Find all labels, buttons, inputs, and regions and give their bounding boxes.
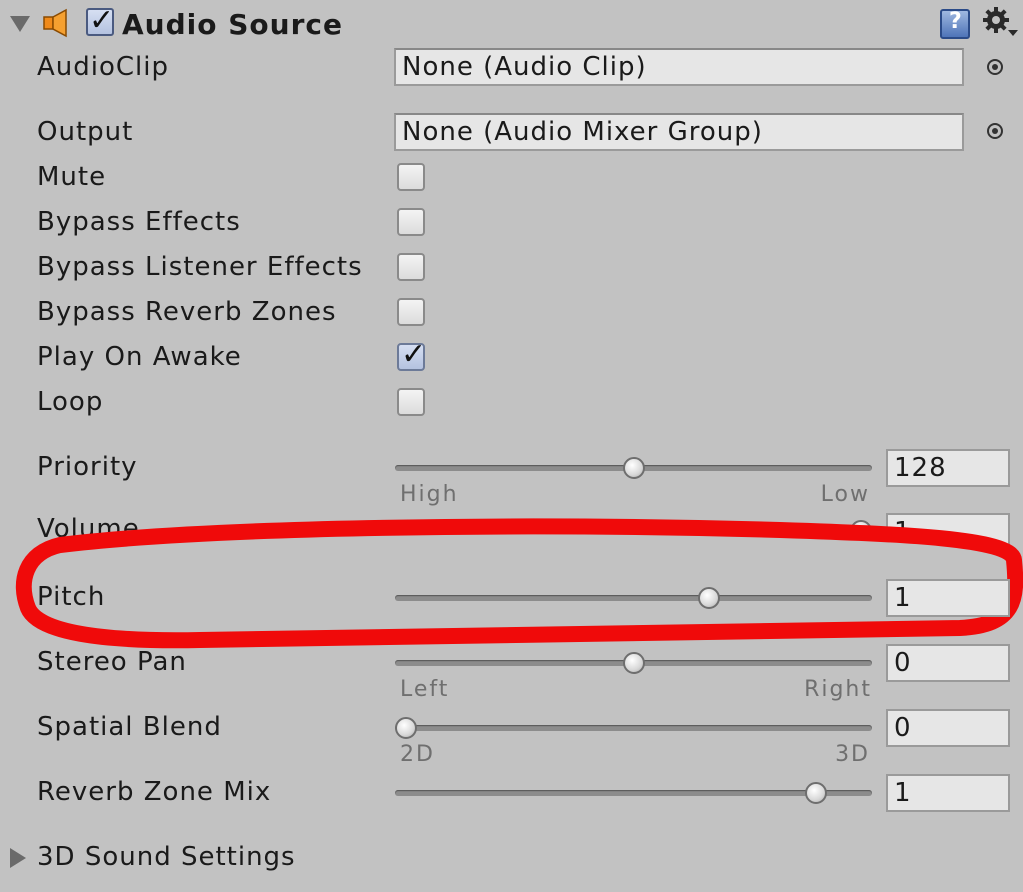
checkmark-icon: ✓	[401, 337, 427, 372]
spatial-blend-max-label: 3D	[835, 742, 870, 767]
enable-component-checkbox[interactable]: ✓	[86, 3, 115, 38]
bypass-reverb-zones-checkbox[interactable]	[397, 298, 425, 326]
3d-sound-settings-label: 3D Sound Settings	[37, 842, 296, 872]
component-header: ✓ Audio Source ?	[0, 0, 1023, 48]
speaker-icon	[42, 8, 74, 38]
stereo-pan-slider-thumb[interactable]	[622, 652, 645, 674]
audioclip-label: AudioClip	[37, 52, 170, 82]
reverb-zone-mix-label: Reverb Zone Mix	[37, 777, 272, 807]
priority-min-label: High	[400, 482, 459, 507]
help-book-icon[interactable]: ?	[940, 9, 970, 39]
spatial-blend-min-label: 2D	[400, 742, 435, 767]
volume-value-field[interactable]: 1	[886, 513, 1010, 551]
volume-slider-track[interactable]	[395, 528, 872, 534]
foldout-arrow-icon[interactable]	[10, 16, 30, 32]
spatial-blend-slider-track[interactable]	[395, 725, 872, 731]
play-on-awake-label: Play On Awake	[37, 342, 242, 372]
bypass-reverb-zones-label: Bypass Reverb Zones	[37, 297, 337, 327]
output-picker-icon[interactable]	[987, 123, 1003, 139]
mute-checkbox[interactable]	[397, 163, 425, 191]
stereo-pan-label: Stereo Pan	[37, 647, 187, 677]
reverb-zone-mix-value-field[interactable]: 1	[886, 774, 1010, 812]
priority-value-field[interactable]: 128	[886, 449, 1010, 487]
pitch-slider-track[interactable]	[395, 595, 872, 601]
output-field[interactable]: None (Audio Mixer Group)	[394, 113, 964, 151]
loop-checkbox[interactable]	[397, 388, 425, 416]
pitch-slider-thumb[interactable]	[698, 587, 721, 609]
audioclip-field[interactable]: None (Audio Clip)	[394, 48, 964, 86]
play-on-awake-checkbox[interactable]: ✓	[397, 339, 426, 371]
bypass-effects-checkbox[interactable]	[397, 208, 425, 236]
stereo-pan-max-label: Right	[804, 677, 872, 702]
stereo-pan-value-field[interactable]: 0	[886, 644, 1010, 682]
priority-slider-thumb[interactable]	[622, 457, 645, 479]
volume-slider-thumb[interactable]	[850, 520, 872, 542]
loop-label: Loop	[37, 387, 104, 417]
component-title: Audio Source	[122, 8, 343, 41]
bypass-listener-effects-label: Bypass Listener Effects	[37, 252, 363, 282]
bypass-effects-label: Bypass Effects	[37, 207, 241, 237]
reverb-zone-mix-slider-thumb[interactable]	[804, 782, 827, 804]
audioclip-picker-icon[interactable]	[987, 59, 1003, 75]
spatial-blend-value-field[interactable]: 0	[886, 709, 1010, 747]
volume-label: Volume	[37, 514, 140, 544]
stereo-pan-min-label: Left	[400, 677, 450, 702]
spatial-blend-label: Spatial Blend	[37, 712, 222, 742]
priority-label: Priority	[37, 452, 138, 482]
pitch-label: Pitch	[37, 582, 106, 612]
checkmark-icon: ✓	[89, 3, 115, 38]
bypass-listener-effects-checkbox[interactable]	[397, 253, 425, 281]
mute-label: Mute	[37, 162, 107, 192]
gear-icon[interactable]	[980, 4, 1020, 40]
3d-sound-settings-foldout[interactable]: 3D Sound Settings	[0, 836, 360, 880]
priority-max-label: Low	[820, 482, 870, 507]
output-label: Output	[37, 117, 134, 147]
spatial-blend-slider-thumb[interactable]	[395, 717, 417, 739]
reverb-zone-mix-slider-track[interactable]	[395, 790, 872, 796]
foldout-arrow-icon	[10, 848, 26, 868]
pitch-value-field[interactable]: 1	[886, 579, 1010, 617]
